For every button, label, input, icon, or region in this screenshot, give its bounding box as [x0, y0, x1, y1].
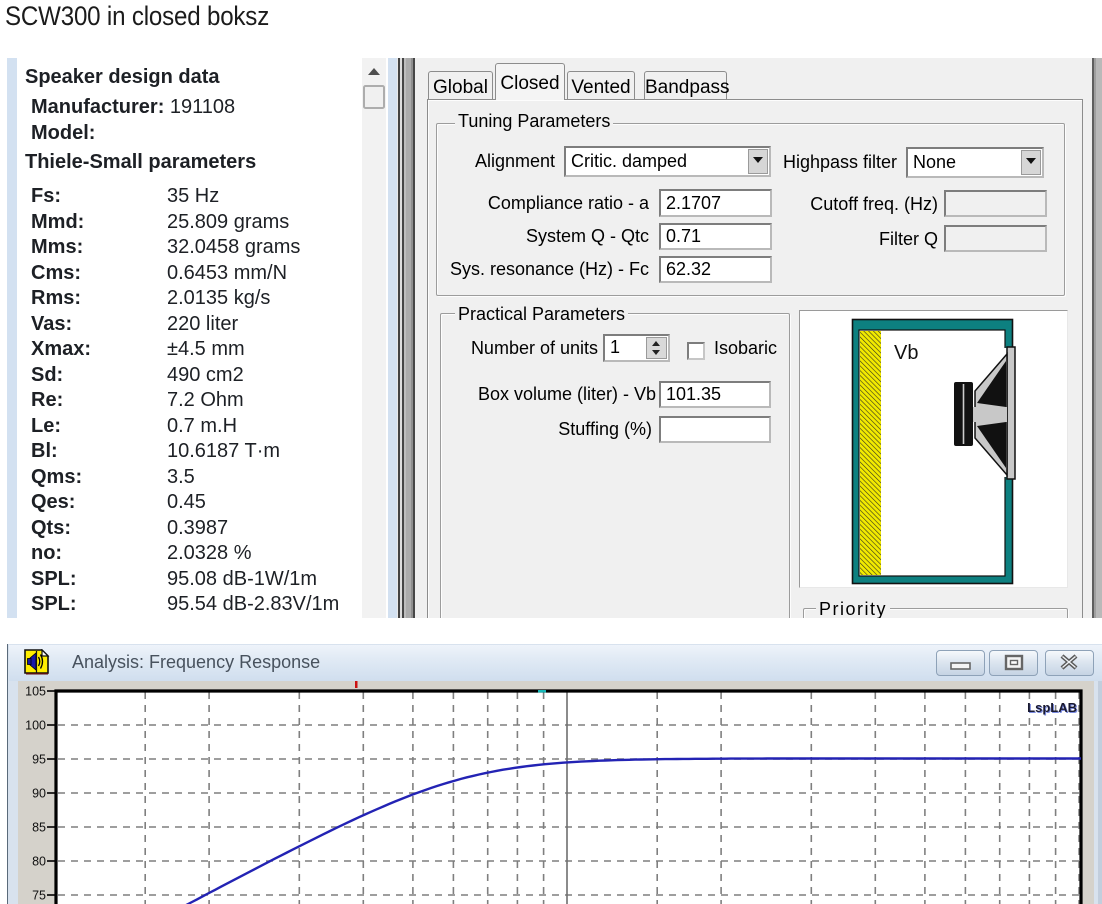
svg-text:95: 95 [32, 753, 46, 767]
svg-text:100: 100 [25, 719, 46, 733]
svg-text:Vb: Vb [894, 342, 918, 364]
svg-text:LspLAB: LspLAB [1027, 700, 1077, 715]
svg-text:90: 90 [32, 787, 46, 801]
svg-text:80: 80 [32, 855, 46, 869]
svg-text:75: 75 [32, 889, 46, 903]
svg-text:85: 85 [32, 821, 46, 835]
svg-text:105: 105 [25, 685, 46, 699]
